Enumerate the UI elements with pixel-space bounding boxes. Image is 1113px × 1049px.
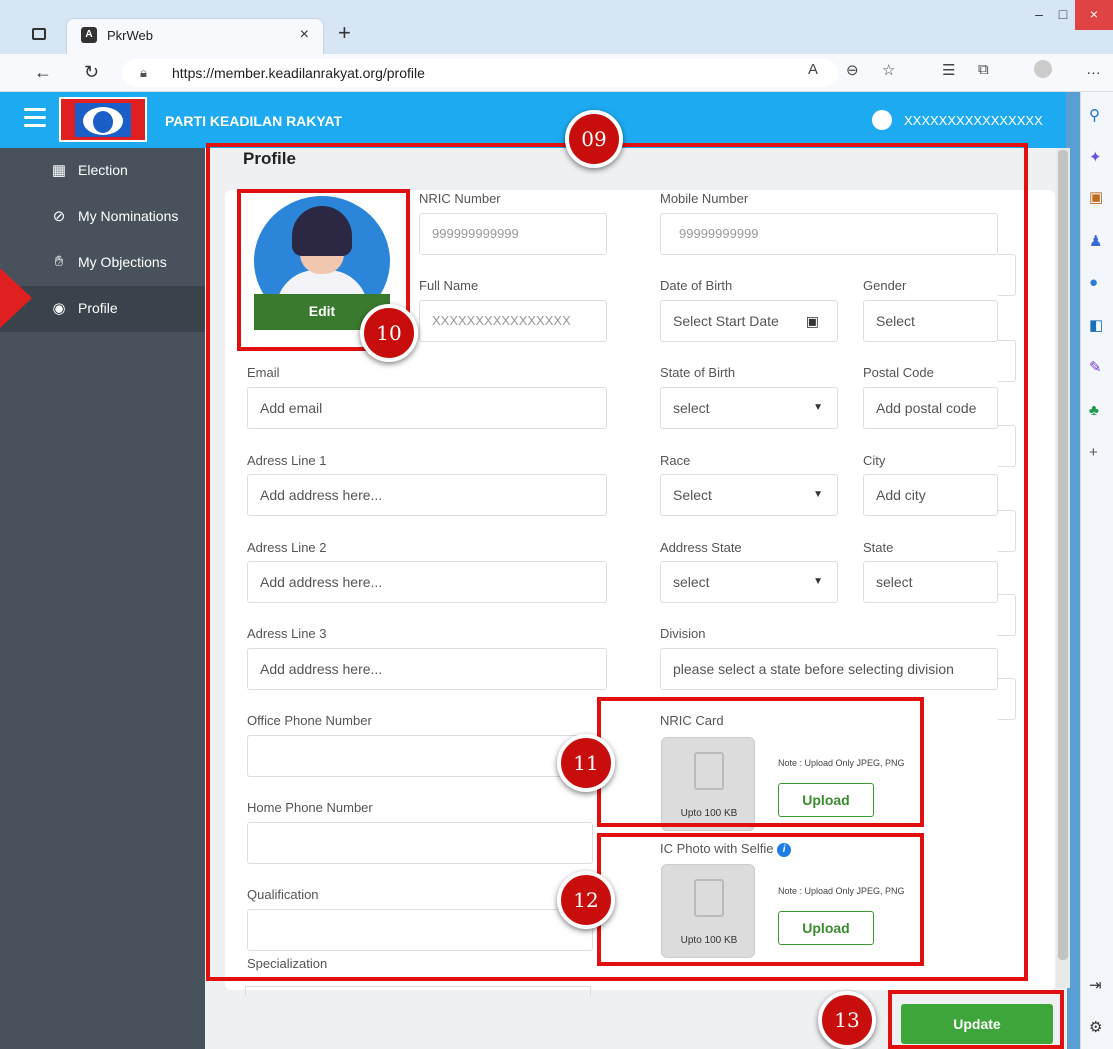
angular-favicon-icon: A: [81, 27, 97, 43]
specialization-input[interactable]: [245, 986, 591, 996]
office-icon[interactable]: ●: [1089, 274, 1098, 291]
hide-sidebar-icon[interactable]: ⇥: [1089, 976, 1102, 994]
close-window-button[interactable]: ×: [1075, 0, 1113, 30]
url-text: https://member.keadilanrakyat.org/profil…: [172, 65, 425, 81]
tab-title: PkrWeb: [107, 28, 153, 43]
annotation-badge-10: 10: [360, 304, 418, 362]
more-menu-icon[interactable]: …: [1086, 61, 1101, 78]
scrollbar-thumb[interactable]: [1058, 150, 1068, 960]
maximize-button[interactable]: □: [1051, 0, 1075, 30]
add-sidebar-icon[interactable]: +: [1089, 444, 1098, 461]
party-logo: [59, 97, 147, 142]
edge-sidebar: ⚲ ✦ ▣ ♟ ● ◧ ✎ ♣ + ⇥ ⚙: [1080, 92, 1113, 1049]
add-favorite-icon[interactable]: ☆: [882, 61, 895, 79]
sidebar-item-label: My Nominations: [78, 208, 179, 224]
sidebar-item-my-nominations[interactable]: ⊘ My Nominations: [0, 194, 205, 240]
annotation-box-13: [888, 990, 1064, 1049]
sidebar-item-label: Election: [78, 162, 128, 178]
check-circle-icon: ⊘: [52, 208, 66, 225]
annotation-badge-09: 09: [565, 110, 623, 168]
username[interactable]: XXXXXXXXXXXXXXXX: [904, 113, 1043, 128]
hand-icon: ✋︎: [54, 253, 64, 270]
shopping-icon[interactable]: ▣: [1089, 188, 1103, 206]
window-controls: – □ ×: [1027, 0, 1113, 30]
search-icon[interactable]: ⚲: [1089, 106, 1100, 124]
grid-icon: ▦: [51, 162, 67, 179]
sidebar-item-election[interactable]: ▦ Election: [0, 148, 205, 194]
browser-tab[interactable]: A PkrWeb ×: [66, 18, 324, 54]
tab-close-icon[interactable]: ×: [300, 26, 309, 44]
hamburger-menu-icon[interactable]: [24, 108, 46, 128]
lock-icon: 🔒︎: [140, 65, 147, 80]
tree-icon[interactable]: ♣: [1089, 402, 1099, 419]
new-tab-button[interactable]: +: [338, 20, 351, 46]
sidebar-item-label: Profile: [78, 300, 118, 316]
settings-gear-icon[interactable]: ⚙: [1089, 1018, 1102, 1036]
read-aloud-icon[interactable]: A: [808, 61, 818, 78]
user-circle-icon: ◉: [52, 300, 66, 317]
annotation-box-11: [597, 697, 924, 827]
annotation-badge-13: 13: [818, 991, 876, 1049]
games-icon[interactable]: ♟: [1089, 232, 1102, 250]
annotation-box-12: [597, 833, 924, 966]
brand-name: PARTI KEADILAN RAKYAT: [165, 113, 343, 129]
collections-icon[interactable]: ⧉: [978, 61, 989, 78]
user-avatar-icon[interactable]: [872, 110, 892, 130]
annotation-badge-11: 11: [557, 734, 615, 792]
annotation-badge-12: 12: [557, 871, 615, 929]
profile-avatar-icon[interactable]: [1034, 60, 1052, 78]
outlook-icon[interactable]: ◧: [1089, 316, 1103, 334]
designer-icon[interactable]: ✎: [1089, 358, 1102, 376]
back-arrow-icon[interactable]: ←: [34, 62, 52, 83]
address-bar[interactable]: 🔒︎ https://member.keadilanrakyat.org/pro…: [122, 59, 838, 87]
sidebar-item-label: My Objections: [78, 254, 167, 270]
pointer-arrow-icon: [0, 268, 32, 328]
favorites-icon[interactable]: ☰: [942, 61, 955, 79]
tab-actions-icon[interactable]: [32, 28, 46, 40]
refresh-icon[interactable]: ↻: [84, 62, 99, 83]
minimize-button[interactable]: –: [1027, 0, 1051, 30]
copilot-icon[interactable]: ✦: [1089, 148, 1102, 166]
zoom-icon[interactable]: ⊖: [846, 61, 859, 79]
